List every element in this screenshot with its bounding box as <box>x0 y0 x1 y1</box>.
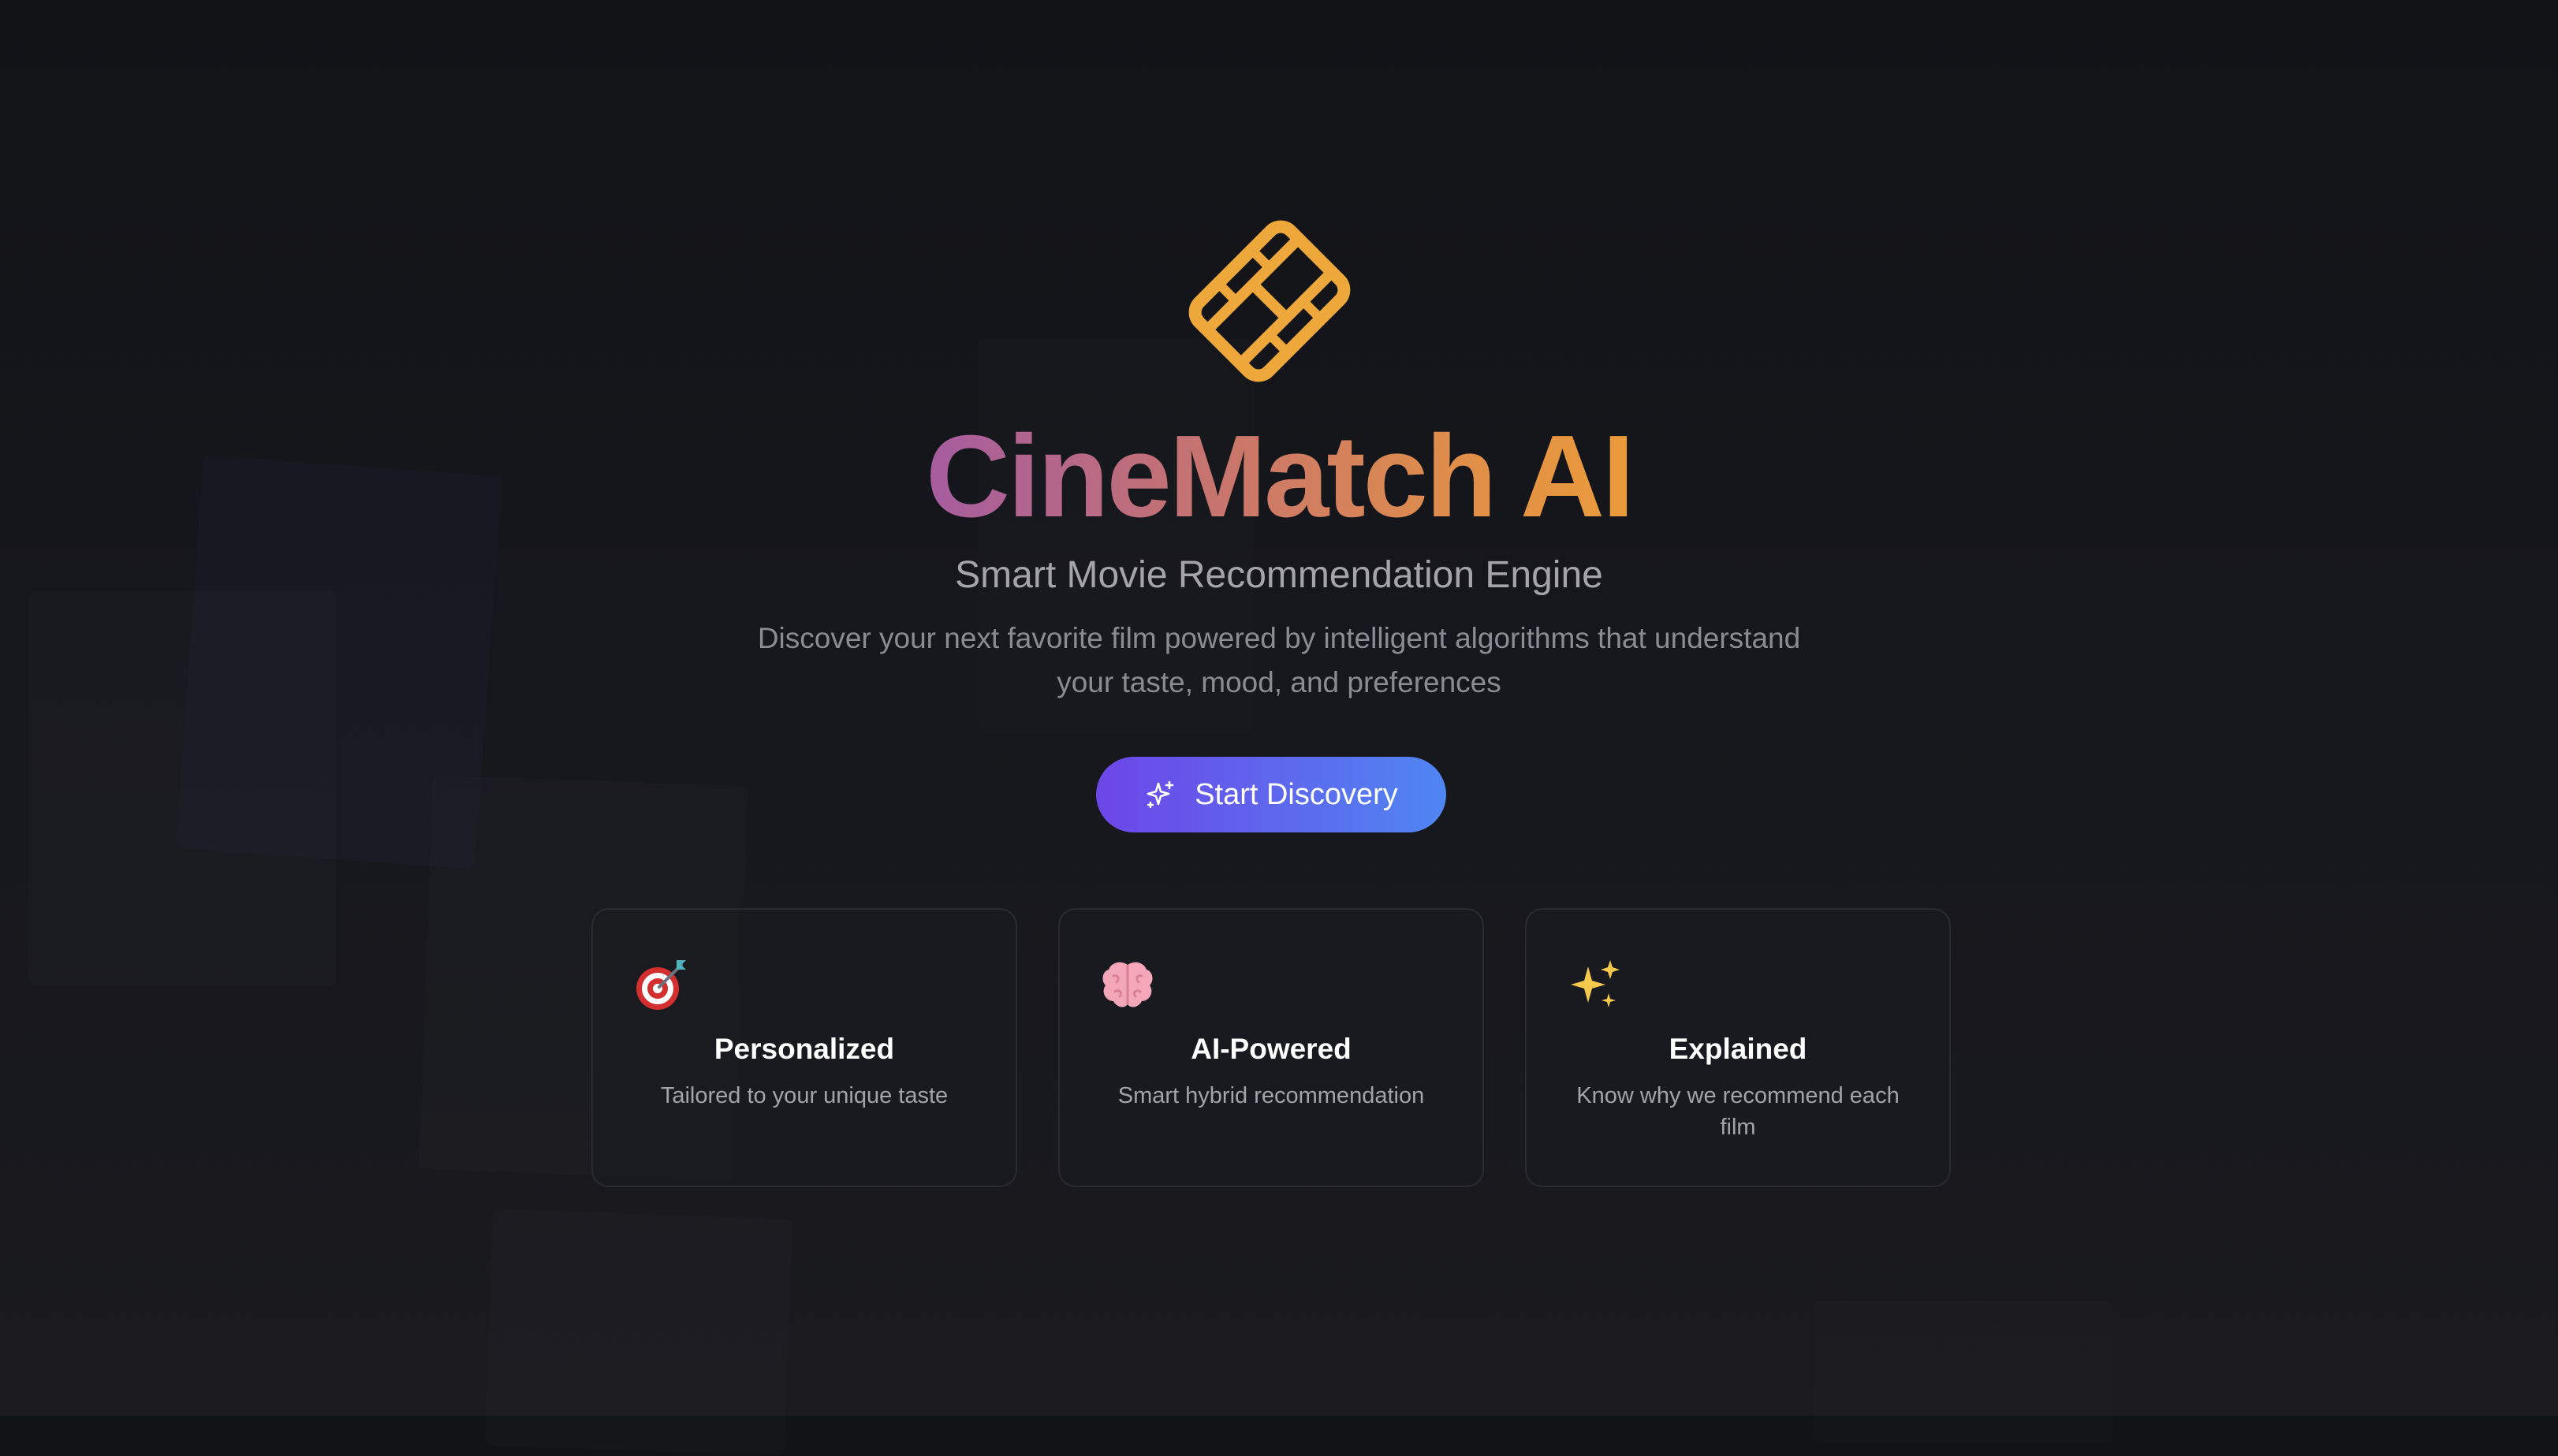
sparkles-icon <box>1147 780 1174 809</box>
feature-description: Smart hybrid recommendation <box>1117 1083 1425 1108</box>
feature-description: Tailored to your unique taste <box>660 1083 949 1108</box>
feature-card-ai-powered: AI-Powered Smart hybrid recommendation <box>1058 908 1484 1187</box>
sparkles-icon <box>1571 960 1620 1007</box>
page-subtitle: Smart Movie Recommendation Engine <box>955 554 1603 596</box>
background-poster-shape <box>1814 1301 2113 1443</box>
feature-card-explained: Explained Know why we recommend each fil… <box>1525 908 1951 1187</box>
feature-title: AI-Powered <box>1191 1033 1352 1065</box>
start-discovery-label: Start Discovery <box>1195 777 1398 811</box>
feature-title: Explained <box>1669 1033 1807 1065</box>
film-reel-icon <box>1188 220 1351 382</box>
target-icon <box>636 960 686 1010</box>
feature-description: Know why we recommend each film <box>1576 1083 1900 1140</box>
brain-icon <box>1102 962 1153 1007</box>
feature-card-personalized: Personalized Tailored to your unique tas… <box>591 908 1017 1187</box>
start-discovery-button[interactable]: Start Discovery <box>1096 757 1446 832</box>
background-poster-shape <box>485 1208 792 1455</box>
feature-title: Personalized <box>714 1033 895 1065</box>
feature-cards: Personalized Tailored to your unique tas… <box>591 908 1953 1189</box>
page-title: CineMatch AI <box>926 411 1635 542</box>
page-description: Discover your next favorite film powered… <box>757 622 1801 698</box>
